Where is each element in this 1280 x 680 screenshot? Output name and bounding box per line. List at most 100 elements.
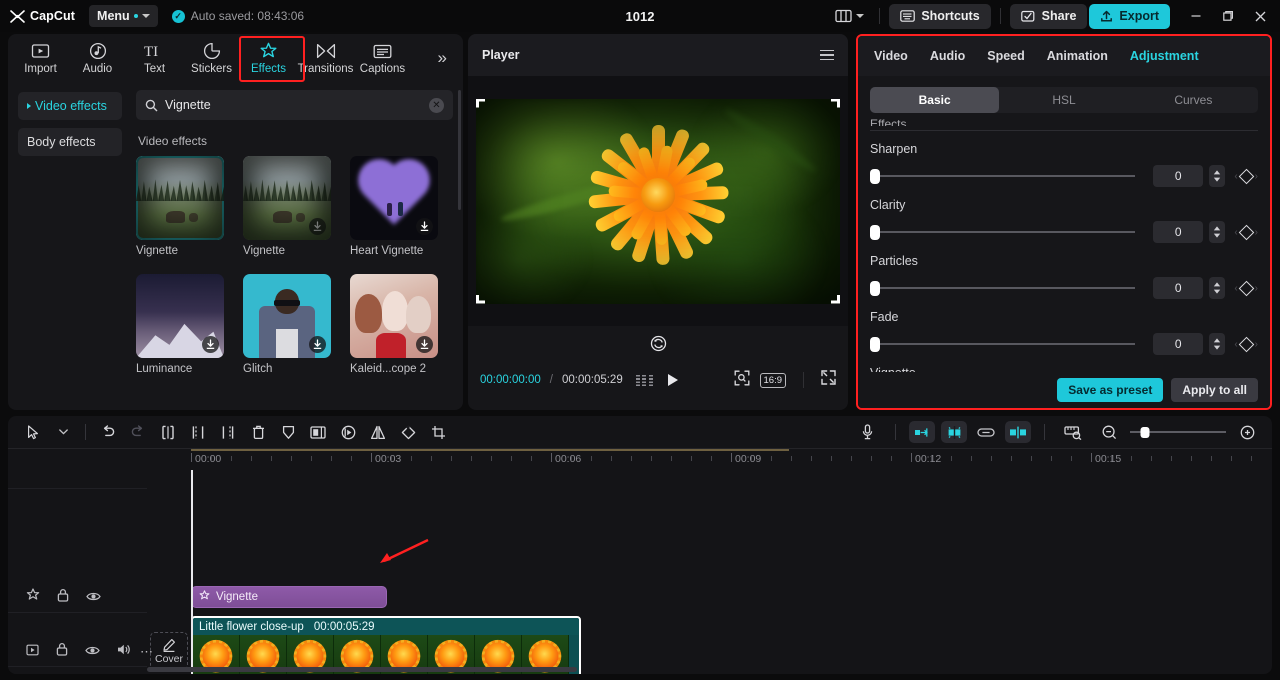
cover-button[interactable]: Cover (150, 632, 188, 670)
clear-search-icon[interactable]: ✕ (429, 97, 444, 113)
download-icon[interactable] (416, 218, 433, 235)
crop-icon[interactable] (423, 419, 453, 445)
timeline-clip-effect[interactable]: Vignette (191, 586, 387, 608)
shortcuts-button[interactable]: Shortcuts (889, 3, 991, 29)
slider-track[interactable] (869, 224, 1136, 240)
download-icon[interactable] (202, 336, 219, 353)
zoom-in-icon[interactable] (1232, 419, 1262, 445)
rotate-icon[interactable] (393, 419, 423, 445)
slider-track[interactable] (869, 168, 1136, 184)
effect-card[interactable]: Vignette (243, 156, 331, 257)
tab-animation[interactable]: Animation (1047, 49, 1108, 63)
segment-curves[interactable]: Curves (1129, 87, 1258, 113)
tab-video[interactable]: Video (874, 49, 908, 63)
slider-value[interactable]: 0 (1153, 221, 1204, 243)
segment-basic[interactable]: Basic (870, 87, 1000, 113)
nav-item-transitions[interactable]: Transitions (297, 38, 354, 75)
add-keyframe-icon[interactable] (1238, 168, 1254, 184)
mirror-panel-icon[interactable] (303, 419, 333, 445)
prev-keyframe-icon[interactable]: ‹ (1234, 339, 1237, 350)
add-keyframe-icon[interactable] (1238, 224, 1254, 240)
nav-item-captions[interactable]: Captions (354, 38, 411, 75)
next-keyframe-icon[interactable]: › (1255, 171, 1258, 182)
menu-button[interactable]: Menu (89, 5, 158, 27)
search-bar[interactable]: ✕ (136, 90, 453, 120)
player-menu-icon[interactable] (820, 49, 834, 61)
add-keyframe-icon[interactable] (1238, 280, 1254, 296)
eye-icon[interactable] (86, 589, 101, 607)
reset-transform-icon[interactable] (650, 335, 667, 352)
segment-hsl[interactable]: HSL (999, 87, 1128, 113)
timeline-clip-video[interactable]: Little flower close-up 00:00:05:29 (191, 616, 581, 674)
next-keyframe-icon[interactable]: › (1255, 283, 1258, 294)
minimize-button[interactable] (1180, 1, 1212, 31)
shield-icon[interactable] (273, 419, 303, 445)
fullscreen-icon[interactable] (821, 370, 836, 390)
timeline-ruler[interactable]: 00:00 00:03 00:06 00:09 00:12 00:15 (8, 448, 1272, 470)
delete-icon[interactable] (243, 419, 273, 445)
effect-card[interactable]: Heart Vignette (350, 156, 438, 257)
slider-track[interactable] (869, 280, 1136, 296)
redo-icon[interactable] (123, 419, 153, 445)
fit-to-screen-icon[interactable] (734, 370, 750, 391)
download-icon[interactable] (309, 218, 326, 235)
select-tool-icon[interactable] (18, 419, 48, 445)
prev-keyframe-icon[interactable]: ‹ (1234, 171, 1237, 182)
tab-speed[interactable]: Speed (987, 49, 1025, 63)
slider-value[interactable]: 0 (1153, 165, 1204, 187)
slider-value[interactable]: 0 (1153, 333, 1204, 355)
next-keyframe-icon[interactable]: › (1255, 227, 1258, 238)
flip-icon[interactable] (363, 419, 393, 445)
effect-card[interactable]: Kaleid...cope 2 (350, 274, 438, 375)
category-video-effects[interactable]: Video effects (18, 92, 122, 120)
search-input[interactable] (165, 98, 422, 112)
split-center-icon[interactable] (1005, 421, 1031, 443)
auto-cut-icon[interactable] (909, 421, 935, 443)
undo-icon[interactable] (93, 419, 123, 445)
next-keyframe-icon[interactable]: › (1255, 339, 1258, 350)
effect-card[interactable]: Glitch (243, 274, 331, 375)
effect-card[interactable]: Vignette (136, 156, 224, 257)
slider-track[interactable] (869, 336, 1136, 352)
share-button[interactable]: Share (1009, 3, 1088, 29)
slider-stepper[interactable] (1209, 165, 1226, 187)
tab-adjustment[interactable]: Adjustment (1130, 49, 1199, 63)
timeline-horizontal-scrollbar[interactable] (147, 667, 1267, 672)
preview-ruler-icon[interactable] (1058, 419, 1088, 445)
tab-audio[interactable]: Audio (930, 49, 965, 63)
timeline-zoom-slider[interactable] (1130, 426, 1226, 438)
trim-left-icon[interactable] (183, 419, 213, 445)
nav-item-stickers[interactable]: Stickers (183, 38, 240, 75)
prev-keyframe-icon[interactable]: ‹ (1234, 283, 1237, 294)
volume-icon[interactable] (117, 643, 131, 661)
apply-to-all-button[interactable]: Apply to all (1171, 378, 1258, 402)
slider-stepper[interactable] (1209, 333, 1226, 355)
frame-step-icon[interactable] (635, 374, 653, 386)
chevron-down-icon[interactable] (48, 419, 78, 445)
slider-stepper[interactable] (1209, 221, 1226, 243)
nav-item-audio[interactable]: Audio (69, 38, 126, 75)
add-keyframe-icon[interactable] (1238, 336, 1254, 352)
download-icon[interactable] (416, 336, 433, 353)
layout-button[interactable] (829, 6, 870, 26)
split-icon[interactable] (153, 419, 183, 445)
save-as-preset-button[interactable]: Save as preset (1057, 378, 1164, 402)
prev-keyframe-icon[interactable]: ‹ (1234, 227, 1237, 238)
close-button[interactable] (1244, 1, 1276, 31)
freeze-icon[interactable] (333, 419, 363, 445)
microphone-icon[interactable] (852, 419, 882, 445)
nav-more-button[interactable]: » (438, 38, 459, 68)
lock-icon[interactable] (57, 588, 69, 607)
download-icon[interactable] (309, 336, 326, 353)
nav-item-import[interactable]: Import (12, 38, 69, 75)
maximize-button[interactable] (1212, 1, 1244, 31)
effect-card[interactable]: Luminance (136, 274, 224, 375)
aspect-ratio-button[interactable]: 16:9 (759, 372, 786, 388)
zoom-out-icon[interactable] (1094, 419, 1124, 445)
eye-icon[interactable] (85, 643, 100, 661)
lock-icon[interactable] (56, 642, 68, 661)
slider-stepper[interactable] (1209, 277, 1226, 299)
nav-item-text[interactable]: TI Text (126, 38, 183, 75)
category-body-effects[interactable]: Body effects (18, 128, 122, 156)
slider-value[interactable]: 0 (1153, 277, 1204, 299)
